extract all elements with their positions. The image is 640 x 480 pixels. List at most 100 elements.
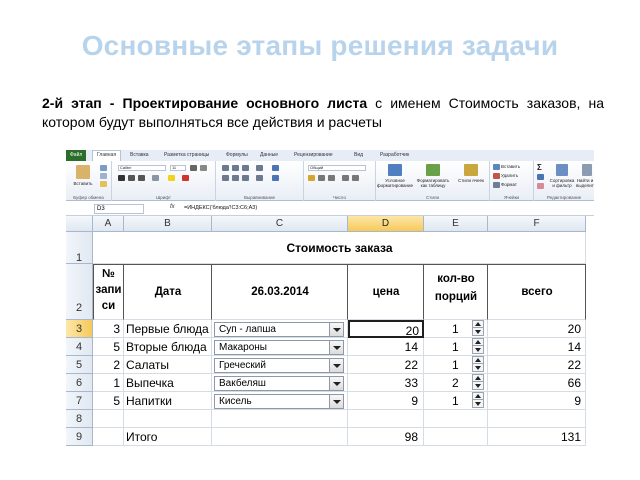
number-format-select[interactable]: Общий	[308, 165, 366, 171]
wrap-text-icon[interactable]	[272, 165, 279, 171]
spin-up-icon[interactable]	[473, 393, 483, 400]
empty-cell[interactable]	[488, 410, 586, 428]
find-select-button[interactable]: Найти и выделить	[576, 178, 594, 188]
indent-icon[interactable]	[256, 175, 263, 181]
empty-cell[interactable]	[93, 428, 124, 446]
align-left-icon[interactable]	[222, 175, 229, 181]
fill-icon[interactable]	[537, 174, 544, 180]
cell-total[interactable]: 66	[488, 374, 586, 392]
align-bottom-icon[interactable]	[242, 165, 249, 171]
column-header-b[interactable]: B	[124, 216, 212, 232]
qty-spinner[interactable]	[472, 374, 484, 390]
spin-down-icon[interactable]	[473, 364, 483, 371]
paste-button[interactable]: Вставить	[68, 181, 98, 186]
align-middle-icon[interactable]	[232, 165, 239, 171]
column-header-a[interactable]: A	[93, 216, 124, 232]
tab-review[interactable]: Рецензирование	[294, 152, 333, 158]
shrink-font-icon[interactable]	[200, 165, 207, 171]
dish-dropdown[interactable]: Макароны	[214, 340, 344, 355]
empty-cell[interactable]	[212, 410, 348, 428]
cell-total[interactable]: 22	[488, 356, 586, 374]
cell-price-selected[interactable]: 20	[348, 320, 424, 338]
font-color-icon[interactable]	[182, 175, 189, 181]
cell-category[interactable]: Выпечка	[124, 374, 212, 392]
row-header-7[interactable]: 7	[66, 392, 93, 410]
empty-cell[interactable]	[348, 410, 424, 428]
comma-icon[interactable]	[328, 175, 335, 181]
spin-up-icon[interactable]	[473, 375, 483, 382]
row-header-2[interactable]: 2	[66, 264, 93, 320]
cell-category[interactable]: Вторые блюда	[124, 338, 212, 356]
format-cells-button[interactable]: Формат	[501, 182, 517, 187]
qty-spinner[interactable]	[472, 356, 484, 372]
totals-price[interactable]: 98	[348, 428, 424, 446]
cut-icon[interactable]	[100, 165, 107, 171]
chevron-down-icon[interactable]	[329, 341, 343, 354]
column-header-f[interactable]: F	[488, 216, 586, 232]
fx-icon[interactable]: fx	[170, 204, 175, 210]
sort-filter-button[interactable]: Сортировка и фильтр	[548, 178, 576, 188]
align-right-icon[interactable]	[242, 175, 249, 181]
chevron-down-icon[interactable]	[329, 377, 343, 390]
tab-page-layout[interactable]: Разметка страницы	[164, 152, 209, 158]
dish-dropdown[interactable]: Греческий	[214, 358, 344, 373]
row-header-3[interactable]: 3	[66, 320, 93, 338]
dish-dropdown[interactable]: Вакбеляш	[214, 376, 344, 391]
column-header-d[interactable]: D	[348, 216, 424, 232]
tab-home[interactable]: Главная	[92, 150, 122, 161]
align-top-icon[interactable]	[222, 165, 229, 171]
underline-icon[interactable]	[138, 175, 145, 181]
column-header-c[interactable]: C	[212, 216, 348, 232]
tab-data[interactable]: Данные	[260, 152, 278, 158]
empty-cell[interactable]	[212, 428, 348, 446]
totals-total[interactable]: 131	[488, 428, 586, 446]
align-center-icon[interactable]	[232, 175, 239, 181]
empty-cell[interactable]	[424, 428, 488, 446]
row-header-9[interactable]: 9	[66, 428, 93, 446]
totals-label[interactable]: Итого	[124, 428, 212, 446]
row-header-1[interactable]: 1	[66, 232, 93, 264]
spin-down-icon[interactable]	[473, 382, 483, 389]
select-all-corner[interactable]	[66, 216, 93, 232]
formula-input[interactable]: =ИНДЕКС('блюда'!C3:C6;A3)	[182, 204, 590, 214]
borders-icon[interactable]	[152, 175, 159, 181]
format-as-table-button[interactable]: Форматировать как таблицу	[414, 178, 452, 188]
spin-up-icon[interactable]	[473, 339, 483, 346]
tab-developer[interactable]: Разработчик	[380, 152, 409, 158]
cell-price[interactable]: 22	[348, 356, 424, 374]
tab-formulas[interactable]: Формулы	[226, 152, 248, 158]
increase-decimal-icon[interactable]	[342, 175, 349, 181]
row-header-5[interactable]: 5	[66, 356, 93, 374]
row-header-8[interactable]: 8	[66, 410, 93, 428]
font-name-select[interactable]: Calibri	[118, 165, 166, 171]
dish-dropdown[interactable]: Суп - лапша	[214, 322, 344, 337]
cell-category[interactable]: Салаты	[124, 356, 212, 374]
merge-center-icon[interactable]	[272, 175, 279, 181]
cell-total[interactable]: 9	[488, 392, 586, 410]
bold-icon[interactable]	[118, 175, 125, 181]
tab-insert[interactable]: Вставка	[130, 152, 149, 158]
cell-price[interactable]: 9	[348, 392, 424, 410]
qty-spinner[interactable]	[472, 320, 484, 336]
chevron-down-icon[interactable]	[329, 323, 343, 336]
spin-down-icon[interactable]	[473, 328, 483, 335]
cell-styles-button[interactable]: Стили ячеек	[452, 178, 490, 183]
italic-icon[interactable]	[128, 175, 135, 181]
dish-dropdown[interactable]: Кисель	[214, 394, 344, 409]
cell-price[interactable]: 33	[348, 374, 424, 392]
spin-down-icon[interactable]	[473, 400, 483, 407]
chevron-down-icon[interactable]	[329, 359, 343, 372]
cell-num[interactable]: 5	[93, 392, 124, 410]
empty-cell[interactable]	[93, 410, 124, 428]
cell-num[interactable]: 3	[93, 320, 124, 338]
copy-icon[interactable]	[100, 173, 107, 179]
spin-up-icon[interactable]	[473, 357, 483, 364]
cell-category[interactable]: Первые блюда	[124, 320, 212, 338]
cell-total[interactable]: 14	[488, 338, 586, 356]
qty-spinner[interactable]	[472, 392, 484, 408]
grow-font-icon[interactable]	[190, 165, 197, 171]
conditional-format-button[interactable]: Условное форматирование	[376, 178, 414, 188]
spin-down-icon[interactable]	[473, 346, 483, 353]
qty-spinner[interactable]	[472, 338, 484, 354]
autosum-icon[interactable]: Σ	[537, 163, 542, 172]
